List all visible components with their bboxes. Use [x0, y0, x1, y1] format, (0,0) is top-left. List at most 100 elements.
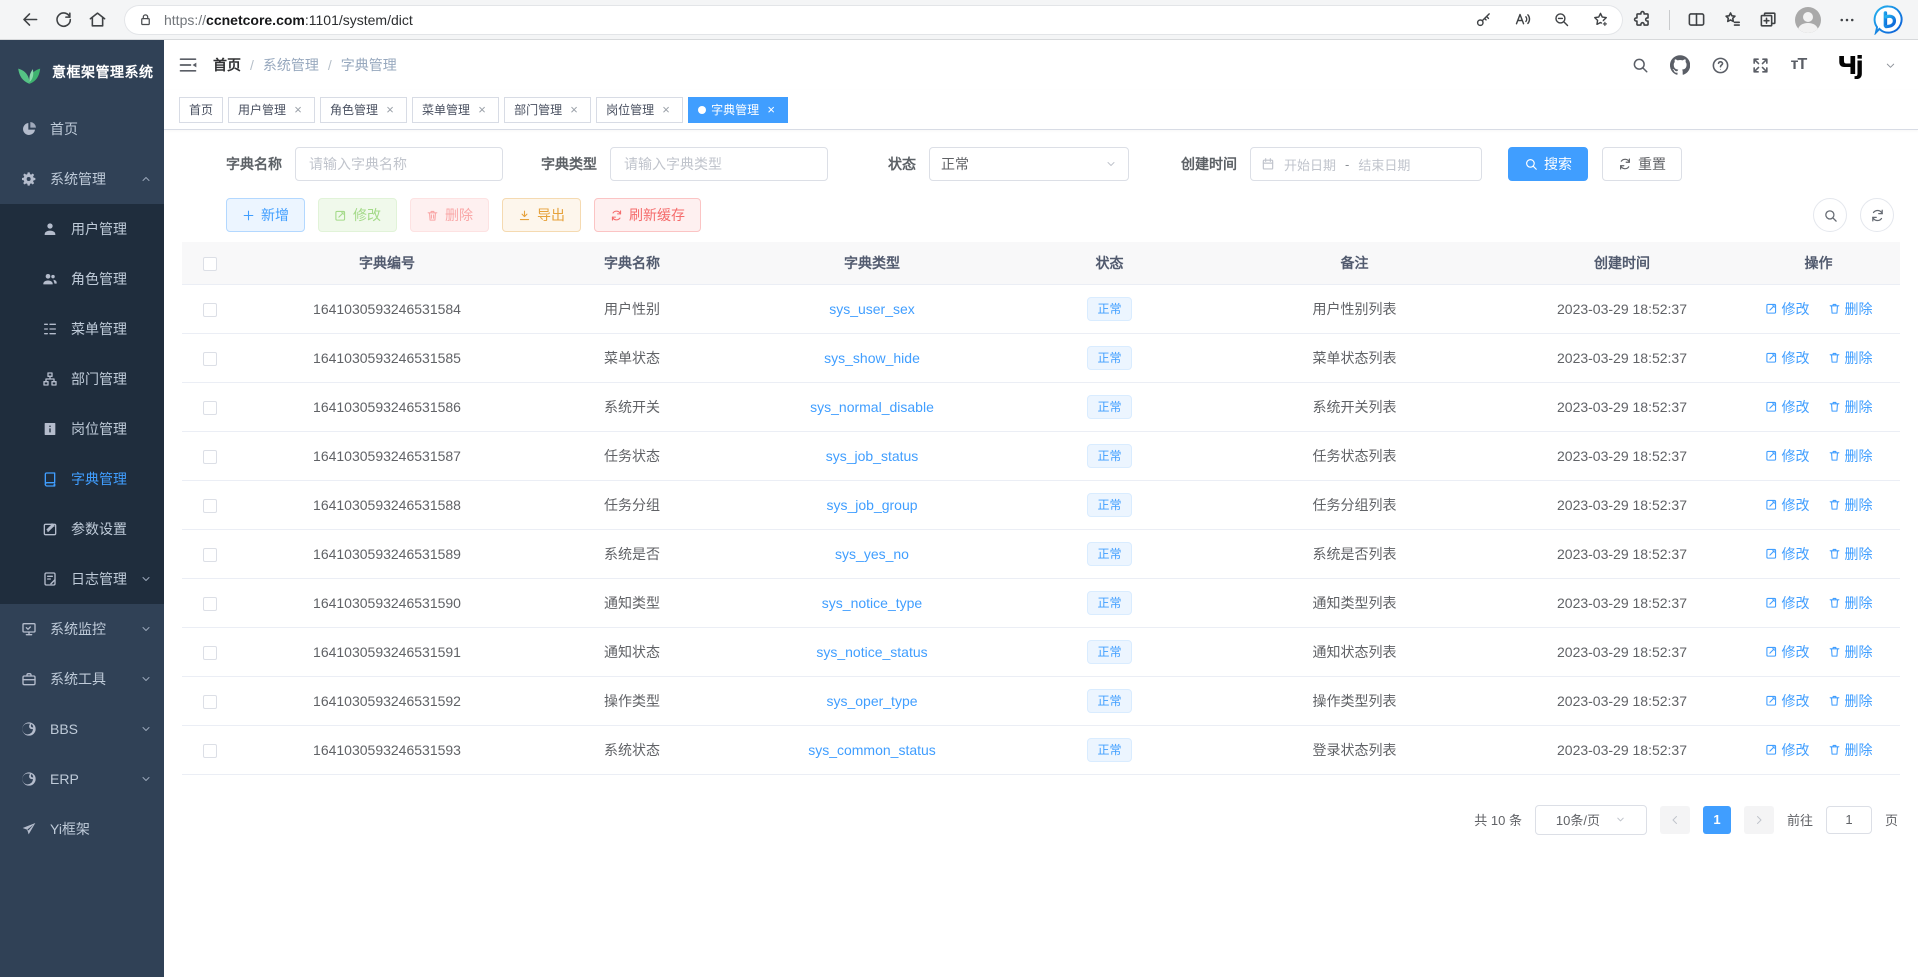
row-delete-button[interactable]: 删除: [1828, 691, 1873, 711]
tab-dict-mgmt[interactable]: 字典管理×: [688, 97, 788, 123]
breadcrumb-home[interactable]: 首页: [213, 55, 241, 75]
row-delete-button[interactable]: 删除: [1828, 593, 1873, 613]
row-delete-button[interactable]: 删除: [1828, 397, 1873, 417]
row-checkbox[interactable]: [203, 499, 217, 513]
refresh-cache-button[interactable]: 刷新缓存: [594, 198, 701, 232]
dict-type-link[interactable]: sys_notice_type: [822, 595, 922, 611]
sidebar-item-users[interactable]: 用户管理: [0, 204, 164, 254]
dict-type-link[interactable]: sys_user_sex: [829, 301, 915, 317]
favorites-icon[interactable]: [1723, 10, 1742, 29]
close-icon[interactable]: ×: [383, 103, 397, 117]
font-size-icon[interactable]: тT: [1791, 56, 1807, 74]
copilot-icon[interactable]: [1873, 4, 1904, 35]
row-checkbox[interactable]: [203, 450, 217, 464]
user-avatar-logo[interactable]: Чj: [1837, 53, 1862, 78]
sidebar-item-params[interactable]: 参数设置: [0, 504, 164, 554]
row-checkbox[interactable]: [203, 352, 217, 366]
dict-type-link[interactable]: sys_common_status: [808, 742, 936, 758]
tab-post-mgmt[interactable]: 岗位管理×: [596, 97, 683, 123]
toggle-search-icon[interactable]: [1813, 198, 1847, 232]
close-icon[interactable]: ×: [475, 103, 489, 117]
export-button[interactable]: 导出: [502, 198, 581, 232]
row-delete-button[interactable]: 删除: [1828, 495, 1873, 515]
help-icon[interactable]: [1711, 56, 1730, 75]
tab-home[interactable]: 首页: [179, 97, 223, 123]
row-edit-button[interactable]: 修改: [1765, 740, 1810, 760]
dict-type-link[interactable]: sys_notice_status: [816, 644, 927, 660]
reset-button[interactable]: 重置: [1602, 147, 1682, 181]
collections-icon[interactable]: [1759, 10, 1778, 29]
extensions-icon[interactable]: [1633, 10, 1652, 29]
dict-type-link[interactable]: sys_oper_type: [826, 693, 917, 709]
dict-name-input[interactable]: [295, 147, 503, 181]
sidebar-item-dict[interactable]: 字典管理: [0, 454, 164, 504]
select-all-checkbox[interactable]: [203, 257, 217, 271]
sidebar-toggle-icon[interactable]: [178, 55, 198, 75]
sidebar-item-home[interactable]: 首页: [0, 104, 164, 154]
address-bar[interactable]: https://ccnetcore.com:1101/system/dict: [124, 5, 1623, 35]
tab-role-mgmt[interactable]: 角色管理×: [320, 97, 407, 123]
sidebar-item-logs[interactable]: 日志管理: [0, 554, 164, 604]
goto-page-input[interactable]: [1826, 806, 1872, 834]
zoom-out-icon[interactable]: [1553, 11, 1570, 28]
refresh-icon[interactable]: [46, 4, 80, 36]
dict-type-link[interactable]: sys_yes_no: [835, 546, 909, 562]
app-logo[interactable]: 意框架管理系统: [0, 40, 164, 104]
row-delete-button[interactable]: 删除: [1828, 348, 1873, 368]
row-checkbox[interactable]: [203, 401, 217, 415]
row-checkbox[interactable]: [203, 744, 217, 758]
lock-icon[interactable]: [138, 12, 153, 27]
row-checkbox[interactable]: [203, 303, 217, 317]
home-icon[interactable]: [80, 4, 114, 36]
tab-menu-mgmt[interactable]: 菜单管理×: [412, 97, 499, 123]
row-delete-button[interactable]: 删除: [1828, 446, 1873, 466]
dict-type-link[interactable]: sys_show_hide: [824, 350, 920, 366]
sidebar-item-menus[interactable]: 菜单管理: [0, 304, 164, 354]
sidebar-item-departments[interactable]: 部门管理: [0, 354, 164, 404]
row-edit-button[interactable]: 修改: [1765, 691, 1810, 711]
fullscreen-icon[interactable]: [1751, 56, 1770, 75]
row-edit-button[interactable]: 修改: [1765, 348, 1810, 368]
sidebar-item-bbs[interactable]: BBS: [0, 704, 164, 754]
sidebar-item-tools[interactable]: 系统工具: [0, 654, 164, 704]
row-edit-button[interactable]: 修改: [1765, 299, 1810, 319]
sidebar-item-monitor[interactable]: 系统监控: [0, 604, 164, 654]
sidebar-item-yi-framework[interactable]: Yi框架: [0, 804, 164, 854]
chevron-down-icon[interactable]: [1885, 60, 1896, 71]
close-icon[interactable]: ×: [567, 103, 581, 117]
back-icon[interactable]: [12, 4, 46, 36]
row-edit-button[interactable]: 修改: [1765, 544, 1810, 564]
close-icon[interactable]: ×: [764, 103, 778, 117]
sidebar-item-system-mgmt[interactable]: 系统管理: [0, 154, 164, 204]
row-edit-button[interactable]: 修改: [1765, 446, 1810, 466]
row-checkbox[interactable]: [203, 646, 217, 660]
current-page-button[interactable]: 1: [1703, 806, 1731, 834]
read-aloud-icon[interactable]: [1514, 11, 1531, 28]
row-delete-button[interactable]: 删除: [1828, 299, 1873, 319]
row-edit-button[interactable]: 修改: [1765, 397, 1810, 417]
row-checkbox[interactable]: [203, 597, 217, 611]
more-options-icon[interactable]: [1838, 11, 1856, 29]
header-search-icon[interactable]: [1631, 56, 1649, 74]
favorite-add-icon[interactable]: [1592, 11, 1609, 28]
add-button[interactable]: 新增: [226, 198, 305, 232]
split-screen-icon[interactable]: [1687, 10, 1706, 29]
row-checkbox[interactable]: [203, 548, 217, 562]
dict-type-link[interactable]: sys_job_status: [826, 448, 919, 464]
date-range-picker[interactable]: 开始日期 - 结束日期: [1250, 147, 1482, 181]
sidebar-item-posts[interactable]: 岗位管理: [0, 404, 164, 454]
dict-type-input[interactable]: [610, 147, 828, 181]
refresh-table-icon[interactable]: [1860, 198, 1894, 232]
row-checkbox[interactable]: [203, 695, 217, 709]
github-icon[interactable]: [1670, 55, 1690, 75]
sidebar-item-erp[interactable]: ERP: [0, 754, 164, 804]
dict-type-link[interactable]: sys_job_group: [826, 497, 917, 513]
profile-avatar[interactable]: [1795, 7, 1821, 33]
close-icon[interactable]: ×: [659, 103, 673, 117]
row-delete-button[interactable]: 删除: [1828, 544, 1873, 564]
status-select[interactable]: 正常: [929, 147, 1129, 181]
row-delete-button[interactable]: 删除: [1828, 740, 1873, 760]
sidebar-item-roles[interactable]: 角色管理: [0, 254, 164, 304]
tab-dept-mgmt[interactable]: 部门管理×: [504, 97, 591, 123]
dict-type-link[interactable]: sys_normal_disable: [810, 399, 934, 415]
